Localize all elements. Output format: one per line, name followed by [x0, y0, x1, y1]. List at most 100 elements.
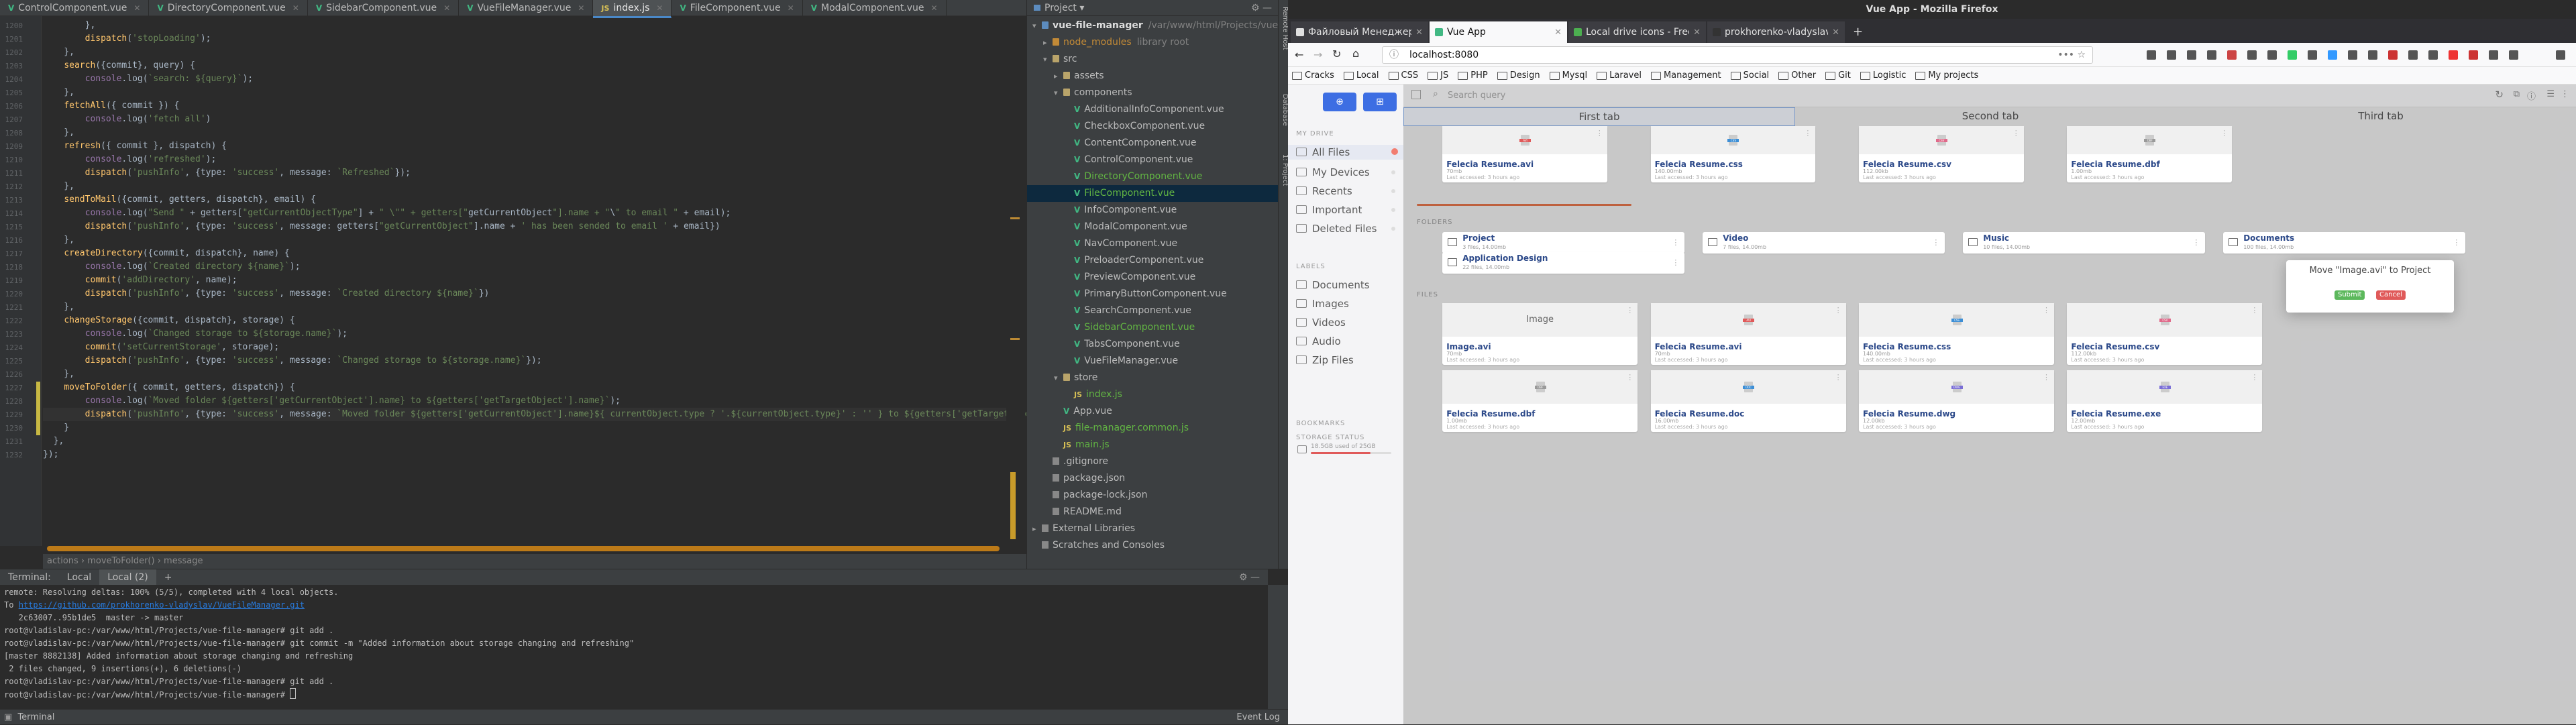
project-tree-item[interactable]: V ContentComponent.vue [1027, 135, 1316, 152]
side-tool-tab[interactable]: 1: Project [1279, 154, 1289, 186]
editor-tab[interactable]: V ModalComponent.vue ✕ [803, 0, 947, 16]
extension-icon[interactable] [2267, 50, 2277, 60]
new-tab-button[interactable]: + [1846, 21, 1870, 43]
project-tree-item[interactable]: JS file-manager.common.js [1027, 420, 1305, 437]
close-icon[interactable]: ✕ [443, 3, 450, 13]
chevron-icon[interactable]: ▾ [1054, 85, 1063, 101]
chevron-icon[interactable]: ▾ [1043, 51, 1053, 68]
bookmark-folder[interactable]: Git [1825, 70, 1851, 80]
editor-tab[interactable]: V VueFileManager.vue ✕ [459, 0, 594, 16]
folder-card[interactable]: Documents 100 files, 14.00mb ⋮ [2223, 232, 2466, 254]
project-tree-item[interactable]: V InfoComponent.vue [1027, 202, 1316, 219]
extension-icon[interactable] [2328, 50, 2337, 60]
project-tree-item[interactable]: V SidebarComponent.vue [1027, 319, 1316, 336]
file-card[interactable]: CSS ⋮ Felecia Resume.css 140.00mb Last acces… [1859, 303, 2054, 365]
project-tree-item[interactable]: JS main.js [1027, 437, 1305, 453]
sidebar-item[interactable]: Audio [1288, 334, 1403, 349]
project-tree-item[interactable]: V App.vue [1027, 403, 1305, 420]
editor-tab[interactable]: JS index.js ✕ [593, 0, 672, 18]
extension-icon[interactable] [2428, 50, 2438, 60]
project-tree-item[interactable]: V NavComponent.vue [1027, 235, 1316, 252]
editor-scrollbar[interactable] [1006, 16, 1025, 553]
more-icon[interactable]: ⋮ [1672, 238, 1679, 247]
more-icon[interactable]: ⋮ [1626, 306, 1633, 315]
terminal-output[interactable]: remote: Resolving deltas: 100% (5/5), co… [0, 585, 1268, 709]
extension-icon[interactable] [2288, 50, 2297, 60]
file-card[interactable]: AVI ⋮ Felecia Resume.avi 70mb Last accessed:… [1442, 126, 1607, 182]
close-icon[interactable]: ✕ [292, 3, 299, 13]
project-tree-item[interactable]: ▾ store [1027, 370, 1305, 386]
file-card[interactable]: DBF ⋮ Felecia Resume.dbf 1.00mb Last accesse… [1442, 370, 1638, 432]
chevron-icon[interactable]: ▾ [1032, 17, 1042, 34]
sidebar-item[interactable]: My Devices [1288, 165, 1403, 180]
event-log-button[interactable]: Event Log [1236, 710, 1280, 725]
sidebar-item[interactable]: Zip Files [1288, 353, 1403, 368]
more-icon[interactable]: ⋮ [1932, 238, 1939, 247]
more-icon[interactable]: ⋮ [1626, 373, 1633, 382]
settings-icon[interactable]: ⚙ — [1239, 572, 1260, 583]
editor-tab[interactable]: V SidebarComponent.vue ✕ [308, 0, 460, 16]
close-icon[interactable]: ✕ [133, 3, 140, 13]
extension-icon[interactable] [2207, 50, 2216, 60]
more-icon[interactable]: ⋮ [2251, 373, 2258, 382]
chevron-icon[interactable]: ▸ [1043, 34, 1053, 51]
project-tree-item[interactable]: V FileComponent.vue [1027, 185, 1316, 202]
bookmark-folder[interactable]: Local [1343, 70, 1379, 80]
sidebar-item[interactable]: Videos [1288, 315, 1403, 330]
close-icon[interactable]: ✕ [1554, 27, 1562, 38]
extension-icon[interactable] [2509, 50, 2518, 60]
sidebar-item[interactable]: Recents [1288, 184, 1403, 199]
side-tool-tab[interactable]: Database [1279, 94, 1289, 126]
bookmark-folder[interactable]: Management [1650, 70, 1721, 80]
bookmark-folder[interactable]: Design [1497, 70, 1540, 80]
project-tree-item[interactable]: JS index.js [1027, 386, 1316, 403]
more-icon[interactable]: ⋮ [2220, 129, 2228, 137]
bookmark-folder[interactable]: PHP [1458, 70, 1488, 80]
more-icon[interactable]: ⋮ [1804, 129, 1811, 137]
file-card[interactable]: DBF ⋮ Felecia Resume.dbf 1.00mb Last accesse… [2067, 126, 2233, 182]
chevron-icon[interactable]: ▾ [1054, 370, 1063, 386]
extension-icon[interactable] [2449, 50, 2458, 60]
browser-tab[interactable]: Vue App ✕ [1430, 21, 1567, 43]
file-card[interactable]: Image ⋮ Image.avi 70mb Last accessed: 3 hour… [1442, 303, 1638, 365]
folder-card[interactable]: Video 7 files, 14.00mb ⋮ [1703, 232, 1945, 254]
bookmark-folder[interactable]: CSS [1388, 70, 1418, 80]
extension-icon[interactable] [2247, 50, 2257, 60]
home-icon[interactable]: ⌂ [1352, 47, 1359, 60]
project-tree-item[interactable]: ▾ src [1027, 51, 1295, 68]
bookmark-folder[interactable]: Social [1730, 70, 1769, 80]
project-tree-item[interactable]: V PreviewComponent.vue [1027, 269, 1316, 286]
project-tree-item[interactable]: ▸ External Libraries [1027, 520, 1284, 537]
bookmark-folder[interactable]: Cracks [1292, 70, 1334, 80]
project-tree-item[interactable]: V SearchComponent.vue [1027, 302, 1316, 319]
folder-card[interactable]: Application Design 22 files, 14.00mb ⋮ [1442, 252, 1685, 274]
more-icon[interactable]: ⋮ [1835, 373, 1842, 382]
extension-icon[interactable] [2147, 50, 2156, 60]
create-folder-button[interactable]: ⊞ [1363, 93, 1397, 111]
project-tree-item[interactable]: Scratches and Consoles [1027, 537, 1284, 554]
extension-icon[interactable] [2408, 50, 2418, 60]
bookmark-folder[interactable]: Laravel [1597, 70, 1642, 80]
bookmark-folder[interactable]: Other [1778, 70, 1816, 80]
editor-tab[interactable]: V FileComponent.vue ✕ [672, 0, 803, 16]
more-icon[interactable]: ⋮ [1672, 258, 1679, 267]
settings-icon[interactable]: ⚙ — [1251, 0, 1272, 16]
project-tree-item[interactable]: package-lock.json [1027, 487, 1295, 504]
project-tree-item[interactable]: V VueFileManager.vue [1027, 353, 1316, 370]
project-tree-item[interactable]: .gitignore [1027, 453, 1295, 470]
file-card[interactable]: CSS ⋮ Felecia Resume.css 140.00mb Last acces… [1650, 126, 1816, 182]
sidebar-item[interactable]: Documents [1288, 278, 1403, 292]
menu-icon[interactable] [2556, 50, 2565, 60]
file-card[interactable]: CSV ⋮ Felecia Resume.csv 112.00kb Last acces… [1859, 126, 2024, 182]
submit-button[interactable]: Submit [2334, 290, 2365, 300]
more-icon[interactable]: ⋮ [2043, 306, 2050, 315]
project-tree-item[interactable]: V ControlComponent.vue [1027, 152, 1316, 168]
more-icon[interactable]: ⋮ [2251, 306, 2258, 315]
more-icon[interactable]: ⋮ [1596, 129, 1603, 137]
bookmark-folder[interactable]: JS [1428, 70, 1448, 80]
file-card[interactable]: CSV ⋮ Felecia Resume.csv 112.00kb Last acces… [2067, 303, 2263, 365]
project-tree-item[interactable]: V AdditionalInfoComponent.vue [1027, 101, 1316, 118]
editor-tab[interactable]: V DirectoryComponent.vue ✕ [149, 0, 308, 16]
code-breadcrumb[interactable]: actions › moveToFolder() › message [43, 554, 1026, 569]
terminal-tab-local[interactable]: Local [59, 569, 99, 585]
